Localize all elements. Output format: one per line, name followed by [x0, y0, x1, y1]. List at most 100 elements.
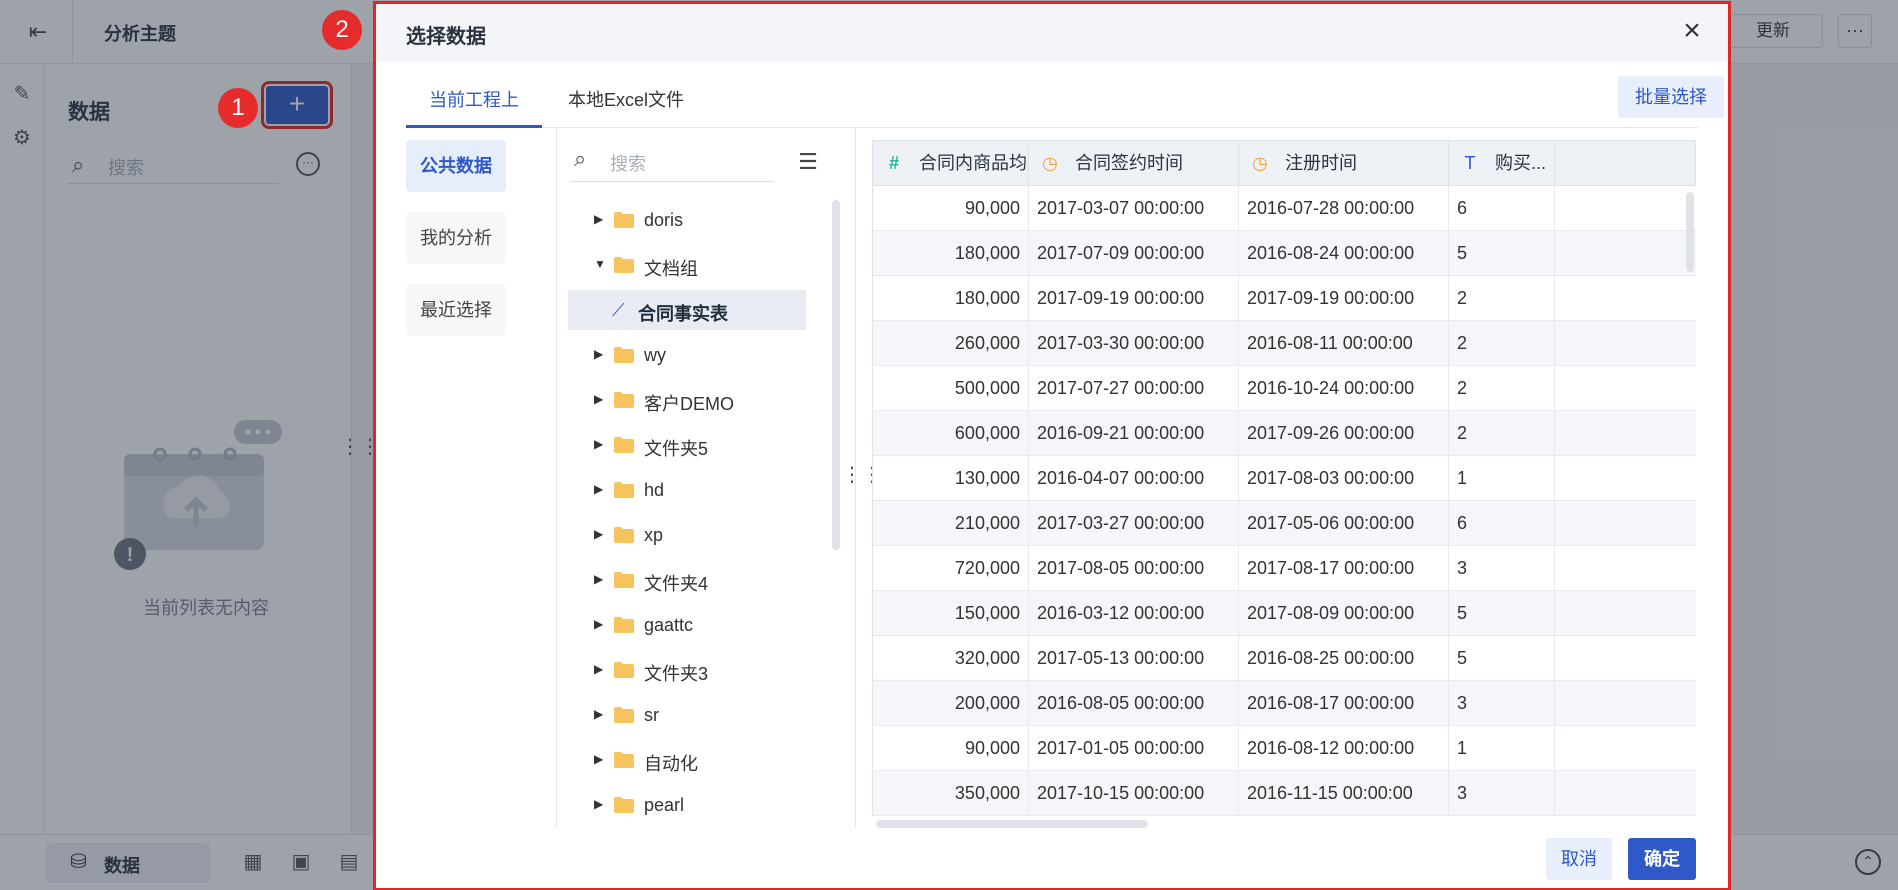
table-cell: 720,000 — [873, 546, 1029, 590]
step-marker-1: 1 — [218, 88, 258, 128]
cancel-button[interactable]: 取消 — [1546, 838, 1612, 880]
table-cell: 180,000 — [873, 231, 1029, 275]
category-public-data[interactable]: 公共数据 — [406, 140, 506, 192]
table-cell: 2017-09-26 00:00:00 — [1239, 411, 1449, 455]
table-cell: 2016-10-24 00:00:00 — [1239, 366, 1449, 410]
table-cell: 2017-08-09 00:00:00 — [1239, 591, 1449, 635]
table-cell: 2016-08-05 00:00:00 — [1029, 681, 1239, 725]
column-header[interactable]: ◷ 注册时间 — [1239, 141, 1449, 185]
table-row: 720,000 2017-08-05 00:00:00 2017-08-17 00:… — [872, 546, 1696, 591]
table-cell: 2017-03-27 00:00:00 — [1029, 501, 1239, 545]
folder-icon — [614, 797, 634, 813]
table-cell: 260,000 — [873, 321, 1029, 365]
table-row: 320,000 2017-05-13 00:00:00 2016-08-25 00:… — [872, 636, 1696, 681]
tree-item-folder[interactable]: ▶ 文件夹5 — [568, 425, 830, 465]
caret-right-icon[interactable]: ▶ — [594, 347, 603, 361]
tree-item-label: hd — [644, 480, 665, 500]
caret-right-icon[interactable]: ▶ — [594, 527, 603, 541]
dialog-header: 选择数据 × — [376, 4, 1728, 62]
tree-item-folder[interactable]: ▶ 客户DEMO — [568, 380, 830, 420]
table-cell: 2016-03-12 00:00:00 — [1029, 591, 1239, 635]
filter-sort-icon[interactable]: ☰ — [790, 144, 826, 180]
table-cell: 2016-08-11 00:00:00 — [1239, 321, 1449, 365]
tab-local-excel[interactable]: 本地Excel文件 — [564, 86, 688, 128]
tree-item-folder[interactable]: ▶ pearl — [568, 785, 830, 825]
caret-down-icon[interactable]: ▼ — [594, 257, 606, 271]
table-cell: 3 — [1449, 681, 1555, 725]
caret-right-icon[interactable]: ▶ — [594, 212, 603, 226]
table-cell: 2 — [1449, 366, 1555, 410]
confirm-button[interactable]: 确定 — [1628, 838, 1696, 880]
table-row: 90,000 2017-01-05 00:00:00 2016-08-12 00:0… — [872, 726, 1696, 771]
table-cell: 90,000 — [873, 186, 1029, 230]
tree-item-folder[interactable]: ▶ hd — [568, 470, 830, 510]
table-cell: 2017-08-05 00:00:00 — [1029, 546, 1239, 590]
table-horizontal-scrollbar[interactable] — [876, 820, 1148, 828]
caret-right-icon[interactable]: ▶ — [594, 617, 603, 631]
tree-item-label: wy — [644, 345, 666, 365]
table-cell: 2 — [1449, 411, 1555, 455]
table-cell: 180,000 — [873, 276, 1029, 320]
tree-item-label: pearl — [644, 795, 685, 815]
table-cell: 320,000 — [873, 636, 1029, 680]
close-icon[interactable]: × — [1676, 16, 1708, 48]
table-cell: 150,000 — [873, 591, 1029, 635]
tree-item-folder[interactable]: ▼ 文档组 — [568, 245, 830, 285]
category-my-analysis[interactable]: 我的分析 — [406, 212, 506, 264]
table-cell: 2016-11-15 00:00:00 — [1239, 771, 1449, 815]
data-tree: ⌕ 搜索 ☰ ▶ doris ▼ 文档组 ⟋ 合同事实表 ▶ wy ▶ 客户DEMO ▶ 文件夹5 ▶ h… — [568, 140, 830, 830]
tree-item-label: 客户DEMO — [644, 394, 734, 414]
tree-item-label: 文件夹3 — [644, 664, 709, 684]
column-header[interactable]: ◷ 合同签约时间 — [1029, 141, 1239, 185]
tree-item-folder[interactable]: ▶ gaattc — [568, 605, 830, 645]
tree-item-folder[interactable]: ▶ doris — [568, 200, 830, 240]
table-cell: 2016-09-21 00:00:00 — [1029, 411, 1239, 455]
table-cell: 2 — [1449, 321, 1555, 365]
number-type-icon: # — [888, 153, 899, 173]
category-recent[interactable]: 最近选择 — [406, 284, 506, 336]
folder-icon — [614, 572, 634, 588]
folder-icon — [614, 392, 634, 408]
folder-icon — [614, 437, 634, 453]
tree-item-label: sr — [644, 705, 659, 725]
table-row: 180,000 2017-07-09 00:00:00 2016-08-24 00:… — [872, 231, 1696, 276]
caret-right-icon[interactable]: ▶ — [594, 392, 603, 406]
caret-right-icon[interactable]: ▶ — [594, 572, 603, 586]
table-cell: 2017-05-13 00:00:00 — [1029, 636, 1239, 680]
tree-item-folder[interactable]: ▶ 文件夹4 — [568, 560, 830, 600]
folder-icon — [614, 482, 634, 498]
caret-right-icon[interactable]: ▶ — [594, 707, 603, 721]
table-cell: 2017-10-15 00:00:00 — [1029, 771, 1239, 815]
tree-item-folder[interactable]: ▶ wy — [568, 335, 830, 375]
line-chart-icon: ⟋ — [612, 300, 625, 320]
column-header[interactable]: # 合同内商品均价 — [873, 141, 1029, 185]
tab-current-project[interactable]: 当前工程上 — [406, 86, 542, 128]
caret-right-icon[interactable]: ▶ — [594, 482, 603, 496]
tree-item-label: 文件夹5 — [644, 439, 709, 459]
tree-search-input[interactable]: ⌕ 搜索 — [570, 140, 774, 182]
tree-scrollbar[interactable] — [832, 200, 840, 550]
table-vertical-scrollbar[interactable] — [1686, 192, 1694, 272]
tree-item-folder[interactable]: ▶ 自动化 — [568, 740, 830, 780]
column-header-label: 合同内商品均价 — [919, 153, 1028, 173]
tree-item-label: gaattc — [644, 615, 694, 635]
table-row: 150,000 2016-03-12 00:00:00 2017-08-09 00:… — [872, 591, 1696, 636]
tree-item-folder[interactable]: ▶ sr — [568, 695, 830, 735]
table-cell: 2016-07-28 00:00:00 — [1239, 186, 1449, 230]
table-cell: 2016-04-07 00:00:00 — [1029, 456, 1239, 500]
tree-item-selected-table[interactable]: ⟋ 合同事实表 — [568, 290, 806, 330]
table-cell: 90,000 — [873, 726, 1029, 770]
tree-item-folder[interactable]: ▶ xp — [568, 515, 830, 555]
table-cell: 1 — [1449, 726, 1555, 770]
table-cell: 2016-08-12 00:00:00 — [1239, 726, 1449, 770]
caret-right-icon[interactable]: ▶ — [594, 437, 603, 451]
tree-item-folder[interactable]: ▶ 文件夹3 — [568, 650, 830, 690]
caret-right-icon[interactable]: ▶ — [594, 662, 603, 676]
caret-right-icon[interactable]: ▶ — [594, 752, 603, 766]
caret-right-icon[interactable]: ▶ — [594, 797, 603, 811]
table-cell: 500,000 — [873, 366, 1029, 410]
batch-select-button[interactable]: 批量选择 — [1618, 76, 1724, 118]
column-header[interactable]: T 购买... — [1449, 141, 1555, 185]
table-row: 600,000 2016-09-21 00:00:00 2017-09-26 00:… — [872, 411, 1696, 456]
table-cell: 600,000 — [873, 411, 1029, 455]
